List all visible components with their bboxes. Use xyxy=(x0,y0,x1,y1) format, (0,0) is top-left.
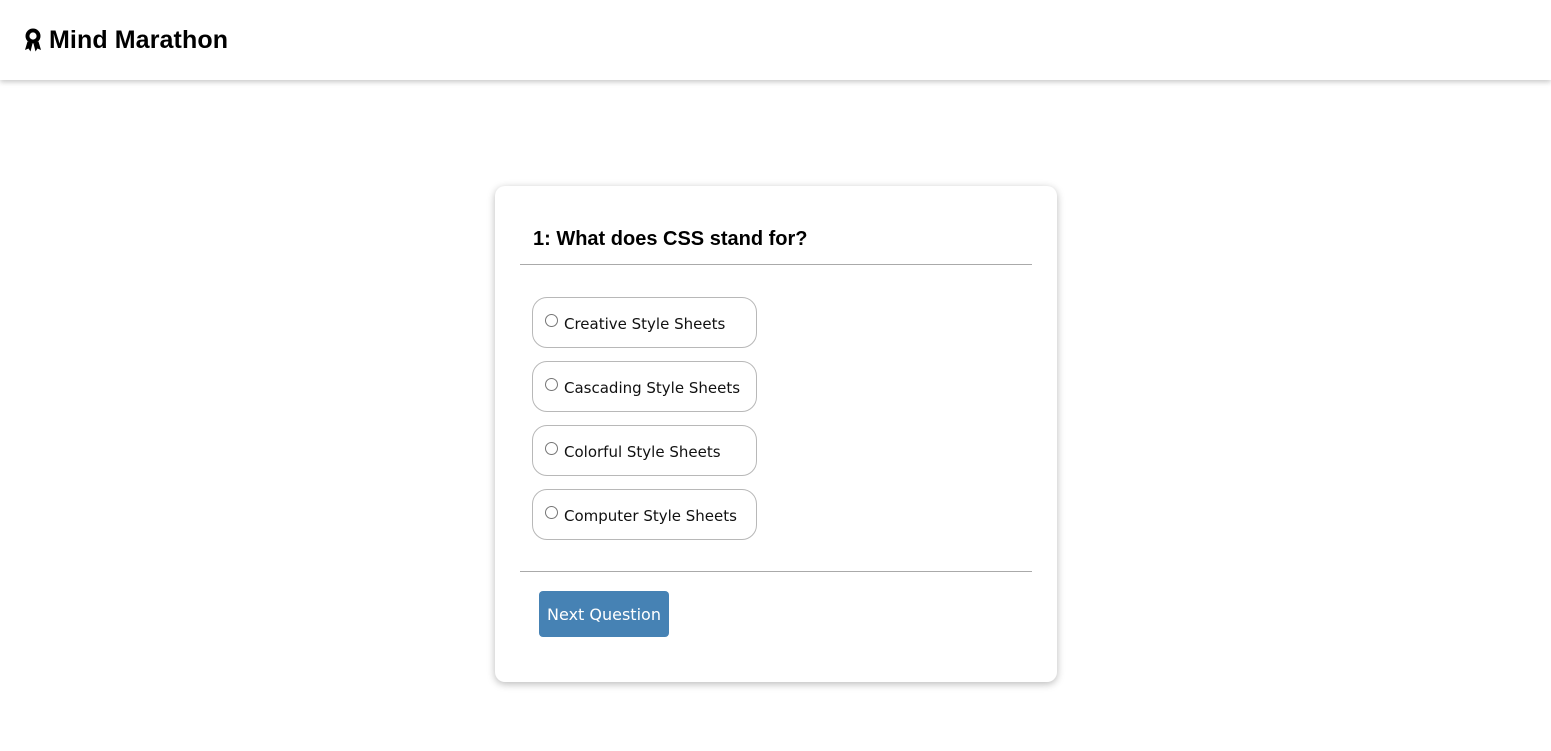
radio-button[interactable] xyxy=(545,378,558,391)
radio-button[interactable] xyxy=(545,314,558,327)
question-text: 1: What does CSS stand for? xyxy=(533,228,808,250)
answer-label: Creative Style Sheets xyxy=(564,314,726,333)
answer-option[interactable]: Cascading Style Sheets xyxy=(532,361,757,412)
divider-bottom xyxy=(520,571,1032,572)
divider-top xyxy=(520,264,1032,265)
radio-button[interactable] xyxy=(545,506,558,519)
app-title: Mind Marathon xyxy=(49,25,229,54)
answer-option[interactable]: Creative Style Sheets xyxy=(532,297,757,348)
answer-label: Colorful Style Sheets xyxy=(564,442,721,461)
radio-button[interactable] xyxy=(545,442,558,455)
answer-label: Computer Style Sheets xyxy=(564,506,737,525)
navbar: Mind Marathon xyxy=(0,0,1551,80)
answer-option[interactable]: Computer Style Sheets xyxy=(532,489,757,540)
answer-option[interactable]: Colorful Style Sheets xyxy=(532,425,757,476)
next-question-button[interactable]: Next Question xyxy=(539,591,669,637)
quiz-card: 1: What does CSS stand for? Creative Sty… xyxy=(495,186,1057,682)
answer-label: Cascading Style Sheets xyxy=(564,378,741,397)
answer-options: Creative Style Sheets Cascading Style Sh… xyxy=(532,297,757,540)
award-ribbon-icon xyxy=(22,27,44,53)
brand[interactable]: Mind Marathon xyxy=(22,26,228,55)
